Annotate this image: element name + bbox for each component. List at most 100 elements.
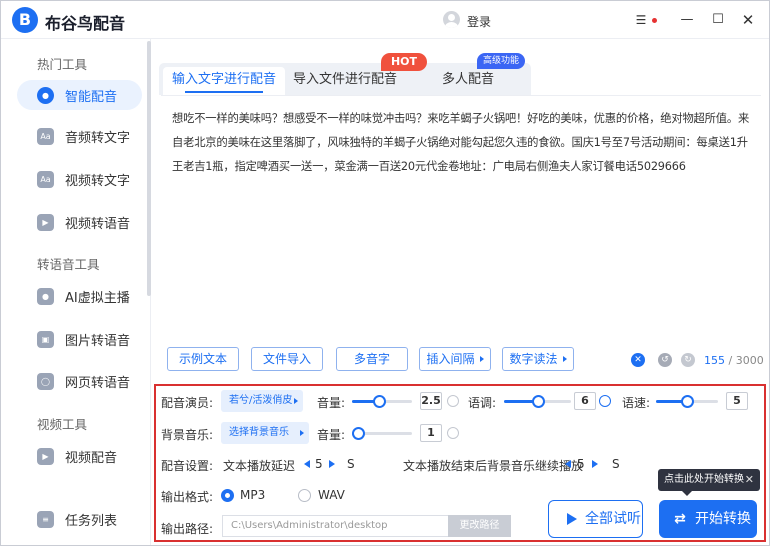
undo-icon[interactable]: ↺	[658, 353, 672, 367]
logo-icon: B	[12, 7, 38, 33]
layers-icon[interactable]: ☰	[630, 9, 652, 31]
sidebar-item-ai-anchor[interactable]: ● AI虚拟主播	[17, 281, 142, 311]
notification-dot	[652, 18, 657, 23]
bgm-volume-input[interactable]: 1	[420, 424, 442, 442]
sidebar-item-video-to-text[interactable]: Aa 视频转文字	[17, 164, 142, 194]
preview-all-button[interactable]: 全部试听	[548, 500, 643, 538]
voice-actor-select[interactable]: 若兮/活泼俏皮	[221, 390, 303, 412]
video-mic-icon: ▶	[37, 447, 54, 465]
button-label: 全部试听	[585, 511, 641, 527]
app-title: 布谷鸟配音	[45, 14, 126, 33]
pitch-input[interactable]: 6	[574, 392, 596, 410]
bgm-continue-label: 文本播放结束后背景音乐继续播放	[403, 459, 584, 473]
bgm-value: 选择背景音乐	[229, 427, 289, 438]
maximize-icon[interactable]: ☐	[707, 9, 729, 31]
button-label: 开始转换	[695, 511, 751, 527]
setup-label: 配音设置:	[161, 459, 214, 473]
sidebar-item-label: 智能配音	[65, 89, 118, 105]
volume-input[interactable]: 2.5	[420, 392, 442, 410]
bgm-volume-knob[interactable]	[352, 427, 365, 440]
microphone-icon: ●	[37, 86, 54, 104]
sidebar-section-tts-tools: 转语音工具	[37, 257, 100, 272]
pitch-reset-icon[interactable]	[599, 395, 611, 407]
format-wav-radio[interactable]	[298, 489, 311, 502]
volume-reset-icon[interactable]	[447, 395, 459, 407]
sidebar-item-label: 任务列表	[65, 513, 118, 529]
person-icon: ●	[37, 287, 54, 305]
audio-text-icon: Aa	[37, 127, 54, 145]
bgm-volume-slider[interactable]	[352, 427, 412, 440]
sidebar-item-video-dubbing[interactable]: ▶ 视频配音	[17, 441, 142, 471]
chevron-right-icon	[300, 430, 304, 436]
number-reading-button[interactable]: 数字读法	[502, 347, 574, 371]
change-path-button[interactable]: 更改路径	[448, 515, 511, 537]
sidebar-item-label: AI虚拟主播	[65, 290, 130, 306]
image-icon: ▣	[37, 330, 54, 348]
start-convert-button[interactable]: ⇄ 开始转换	[659, 500, 757, 538]
path-label: 输出路径:	[161, 522, 214, 536]
speed-slider[interactable]	[656, 395, 718, 408]
user-avatar-icon[interactable]	[443, 11, 460, 28]
char-counter: 155 / 3000	[704, 354, 764, 367]
text-delay-decrease-icon[interactable]	[304, 460, 310, 468]
sidebar-item-web-to-speech[interactable]: ◯ 网页转语音	[17, 366, 142, 396]
editor-text[interactable]: 想吃不一样的美味吗？想感受不一样的味觉冲击吗？来吃羊蝎子火锅吧！好吃的美味，优惠…	[172, 107, 752, 179]
convert-icon: ⇄	[674, 511, 686, 527]
sidebar-item-image-to-speech[interactable]: ▣ 图片转语音	[17, 324, 142, 354]
chevron-right-icon	[479, 356, 484, 362]
sidebar-item-video-to-speech[interactable]: ▶ 视频转语音	[17, 207, 142, 237]
button-label: 示例文本	[178, 352, 227, 366]
tab-file-import[interactable]: 导入文件进行配音	[287, 67, 403, 95]
sidebar-item-task-list[interactable]: ≡ 任务列表	[17, 504, 142, 534]
speed-input[interactable]: 5	[726, 392, 748, 410]
sidebar-item-audio-to-text[interactable]: Aa 音频转文字	[17, 121, 142, 151]
bgm-volume-label: 音量:	[317, 428, 346, 442]
tooltip-text: 点击此处开始转换	[664, 474, 744, 485]
clear-icon[interactable]: ✕	[631, 353, 645, 367]
button-label: 插入间隔	[426, 352, 475, 366]
pitch-slider[interactable]	[504, 395, 571, 408]
char-count: 155	[704, 354, 725, 367]
sidebar-item-label: 视频转文字	[65, 173, 131, 189]
close-icon[interactable]: ✕	[745, 469, 754, 491]
text-delay-label: 文本播放延迟	[223, 459, 296, 473]
bgm-continue-value: 5	[577, 457, 585, 471]
sidebar-item-label: 视频配音	[65, 450, 118, 466]
login-link[interactable]: 登录	[467, 13, 491, 30]
volume-knob[interactable]	[373, 395, 386, 408]
voice-actor-value: 若兮/活泼俏皮	[229, 395, 293, 406]
close-icon[interactable]: ✕	[737, 9, 759, 31]
button-label: 文件导入	[262, 352, 311, 366]
speed-label: 语速:	[622, 396, 651, 410]
sidebar-item-smart-dubbing[interactable]: ● 智能配音	[17, 80, 142, 110]
insert-pause-button[interactable]: 插入间隔	[419, 347, 491, 371]
example-text-button[interactable]: 示例文本	[167, 347, 239, 371]
bgm-continue-unit: S	[612, 457, 620, 471]
voice-actor-label: 配音演员:	[161, 396, 214, 410]
sidebar-section-hot-tools: 热门工具	[37, 57, 88, 72]
redo-icon[interactable]: ↻	[681, 353, 695, 367]
play-icon	[567, 513, 577, 525]
speed-knob[interactable]	[681, 395, 694, 408]
format-wav-label[interactable]: WAV	[318, 488, 345, 502]
minimize-icon[interactable]: —	[676, 9, 698, 31]
bgm-continue-decrease-icon[interactable]	[565, 460, 571, 468]
output-path-input[interactable]: C:\Users\Administrator\desktop	[222, 515, 448, 537]
pitch-knob[interactable]	[532, 395, 545, 408]
text-delay-unit: S	[347, 457, 355, 471]
volume-slider[interactable]	[352, 395, 412, 408]
bgm-continue-increase-icon[interactable]	[592, 460, 598, 468]
task-list-icon: ≡	[37, 510, 54, 528]
tab-multi-voice[interactable]: 多人配音	[431, 67, 505, 95]
text-delay-increase-icon[interactable]	[329, 460, 335, 468]
volume-label: 音量:	[317, 396, 346, 410]
format-mp3-radio[interactable]	[221, 489, 234, 502]
format-mp3-label[interactable]: MP3	[240, 488, 265, 502]
bgm-select[interactable]: 选择背景音乐	[221, 422, 309, 444]
polyphone-button[interactable]: 多音字	[336, 347, 408, 371]
import-file-button[interactable]: 文件导入	[251, 347, 323, 371]
tab-text-input[interactable]: 输入文字进行配音	[163, 67, 285, 95]
bgm-volume-reset-icon[interactable]	[447, 427, 459, 439]
start-tooltip: 点击此处开始转换 ✕	[658, 469, 760, 496]
sidebar-section-video-tools: 视频工具	[37, 417, 88, 432]
